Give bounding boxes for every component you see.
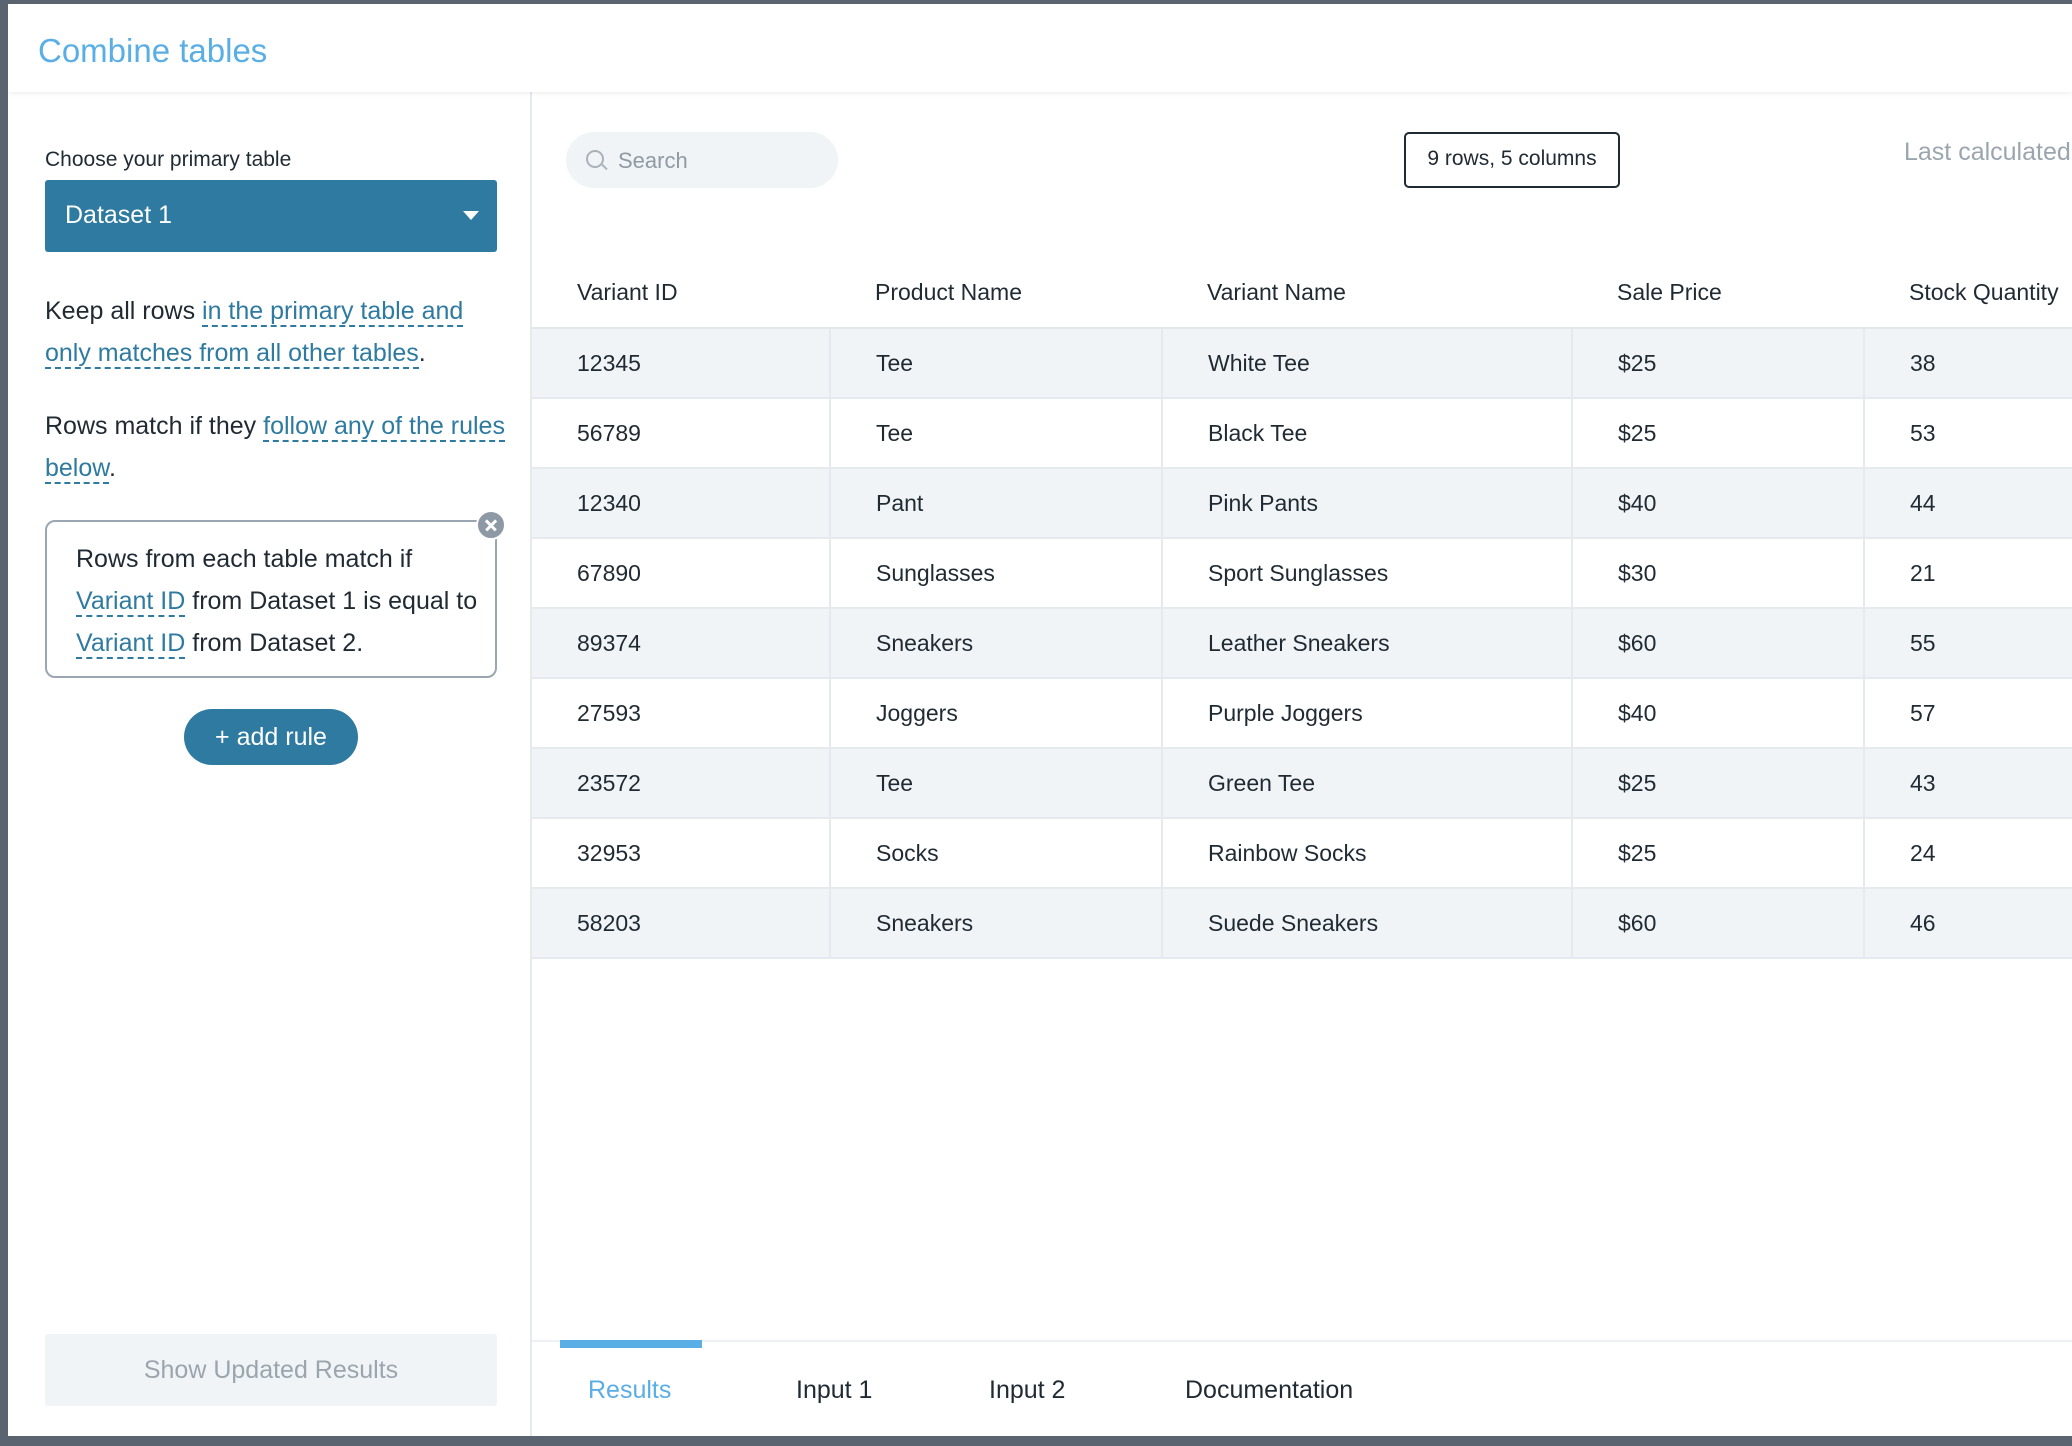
- column-header[interactable]: Stock Quantity: [1864, 257, 2072, 329]
- match-suffix: .: [108, 454, 116, 482]
- last-calculated-text: Last calculated: [1904, 138, 2071, 166]
- table-cell[interactable]: Joggers: [830, 678, 1163, 749]
- chevron-down-icon: [463, 211, 479, 220]
- row-count-badge: 9 rows, 5 columns: [1404, 132, 1620, 188]
- tab-input-1[interactable]: Input 1: [796, 1376, 872, 1405]
- title-bar: Combine tables: [8, 4, 2072, 92]
- table-cell[interactable]: 12345: [532, 328, 831, 399]
- table-row: 27593 Joggers Purple Joggers $40 57: [532, 678, 2072, 749]
- table-row: 12345 Tee White Tee $25 38: [532, 328, 2072, 399]
- rule-card: Rows from each table match if Variant ID…: [45, 520, 497, 678]
- table-cell[interactable]: Tee: [830, 398, 1163, 469]
- add-rule-button[interactable]: + add rule: [184, 709, 358, 765]
- primary-table-label: Choose your primary table: [45, 148, 292, 171]
- table-cell[interactable]: Sport Sunglasses: [1162, 538, 1573, 609]
- match-rule-sentence: Rows match if they follow any of the rul…: [45, 405, 505, 489]
- table-row: 23572 Tee Green Tee $25 43: [532, 748, 2072, 819]
- table-cell[interactable]: $60: [1572, 888, 1865, 959]
- table-cell[interactable]: 56789: [532, 398, 831, 469]
- sidebar: Choose your primary table Dataset 1 Keep…: [8, 92, 532, 1436]
- tab-documentation[interactable]: Documentation: [1185, 1376, 1353, 1405]
- table-cell[interactable]: Black Tee: [1162, 398, 1573, 469]
- show-updated-results-button[interactable]: Show Updated Results: [45, 1334, 497, 1406]
- table-cell[interactable]: 23572: [532, 748, 831, 819]
- table-row: 12340 Pant Pink Pants $40 44: [532, 468, 2072, 539]
- table-cell[interactable]: White Tee: [1162, 328, 1573, 399]
- table-cell[interactable]: Pink Pants: [1162, 468, 1573, 539]
- table-cell[interactable]: Purple Joggers: [1162, 678, 1573, 749]
- table-cell[interactable]: Sneakers: [830, 608, 1163, 679]
- table-header-row: Variant ID Product Name Variant Name Sal…: [532, 257, 2072, 329]
- search-box[interactable]: [566, 132, 838, 188]
- table-cell[interactable]: 21: [1864, 538, 2072, 609]
- active-tab-indicator: [560, 1340, 702, 1348]
- rule-field-1-link[interactable]: Variant ID: [76, 587, 186, 617]
- table-cell[interactable]: $40: [1572, 678, 1865, 749]
- results-table: Variant ID Product Name Variant Name Sal…: [532, 257, 2072, 959]
- table-cell[interactable]: Pant: [830, 468, 1163, 539]
- window-title: Combine tables: [38, 32, 268, 69]
- column-header[interactable]: Product Name: [830, 257, 1162, 329]
- table-row: 58203 Sneakers Suede Sneakers $60 46: [532, 888, 2072, 959]
- table-row: 32953 Socks Rainbow Socks $25 24: [532, 818, 2072, 889]
- table-cell[interactable]: $30: [1572, 538, 1865, 609]
- table-cell[interactable]: 32953: [532, 818, 831, 889]
- table-cell[interactable]: 44: [1864, 468, 2072, 539]
- table-cell[interactable]: 57: [1864, 678, 2072, 749]
- table-cell[interactable]: Rainbow Socks: [1162, 818, 1573, 889]
- match-prefix: Rows match if they: [45, 412, 264, 440]
- combine-tables-window: Combine tables Choose your primary table…: [8, 4, 2072, 1436]
- table-cell[interactable]: $25: [1572, 818, 1865, 889]
- table-row: 89374 Sneakers Leather Sneakers $60 55: [532, 608, 2072, 679]
- remove-rule-close-icon[interactable]: [476, 510, 506, 540]
- table-cell[interactable]: Tee: [830, 328, 1163, 399]
- table-cell[interactable]: $25: [1572, 748, 1865, 819]
- rule-field-2-link[interactable]: Variant ID: [76, 629, 186, 659]
- column-header[interactable]: Variant Name: [1162, 257, 1572, 329]
- search-icon: [586, 150, 604, 168]
- table-cell[interactable]: 55: [1864, 608, 2072, 679]
- primary-table-select[interactable]: Dataset 1: [45, 180, 497, 252]
- table-cell[interactable]: 27593: [532, 678, 831, 749]
- keep-rows-sentence: Keep all rows in the primary table and o…: [45, 290, 505, 374]
- table-cell[interactable]: Sneakers: [830, 888, 1163, 959]
- main-panel: 9 rows, 5 columns Last calculated Varian…: [532, 92, 2072, 1436]
- table-cell[interactable]: 53: [1864, 398, 2072, 469]
- table-cell[interactable]: 24: [1864, 818, 2072, 889]
- table-cell[interactable]: 12340: [532, 468, 831, 539]
- table-row: 56789 Tee Black Tee $25 53: [532, 398, 2072, 469]
- table-cell[interactable]: $25: [1572, 398, 1865, 469]
- table-cell[interactable]: 46: [1864, 888, 2072, 959]
- table-cell[interactable]: 43: [1864, 748, 2072, 819]
- column-header[interactable]: Sale Price: [1572, 257, 1864, 329]
- rule-text-1: Rows from each table match if: [76, 545, 413, 573]
- search-input[interactable]: [616, 142, 820, 180]
- table-cell[interactable]: Green Tee: [1162, 748, 1573, 819]
- rule-text-2: from Dataset 1 is equal to: [185, 587, 478, 615]
- table-row: 67890 Sunglasses Sport Sunglasses $30 21: [532, 538, 2072, 609]
- table-cell[interactable]: Sunglasses: [830, 538, 1163, 609]
- table-cell[interactable]: 89374: [532, 608, 831, 679]
- column-header[interactable]: Variant ID: [532, 257, 830, 329]
- rule-text-3: from Dataset 2.: [185, 629, 364, 657]
- bottom-tab-bar: Results Input 1 Input 2 Documentation: [532, 1340, 2072, 1436]
- table-cell[interactable]: 67890: [532, 538, 831, 609]
- table-cell[interactable]: 58203: [532, 888, 831, 959]
- keep-rows-suffix: .: [418, 339, 426, 367]
- rule-text: Rows from each table match if Variant ID…: [76, 538, 486, 664]
- keep-rows-prefix: Keep all rows: [45, 297, 203, 325]
- table-cell[interactable]: $60: [1572, 608, 1865, 679]
- table-cell[interactable]: $40: [1572, 468, 1865, 539]
- table-cell[interactable]: Leather Sneakers: [1162, 608, 1573, 679]
- table-cell[interactable]: Socks: [830, 818, 1163, 889]
- table-cell[interactable]: $25: [1572, 328, 1865, 399]
- primary-table-value: Dataset 1: [65, 201, 173, 229]
- table-cell[interactable]: 38: [1864, 328, 2072, 399]
- tab-results[interactable]: Results: [588, 1376, 671, 1405]
- table-cell[interactable]: Suede Sneakers: [1162, 888, 1573, 959]
- table-cell[interactable]: Tee: [830, 748, 1163, 819]
- tab-input-2[interactable]: Input 2: [989, 1376, 1065, 1405]
